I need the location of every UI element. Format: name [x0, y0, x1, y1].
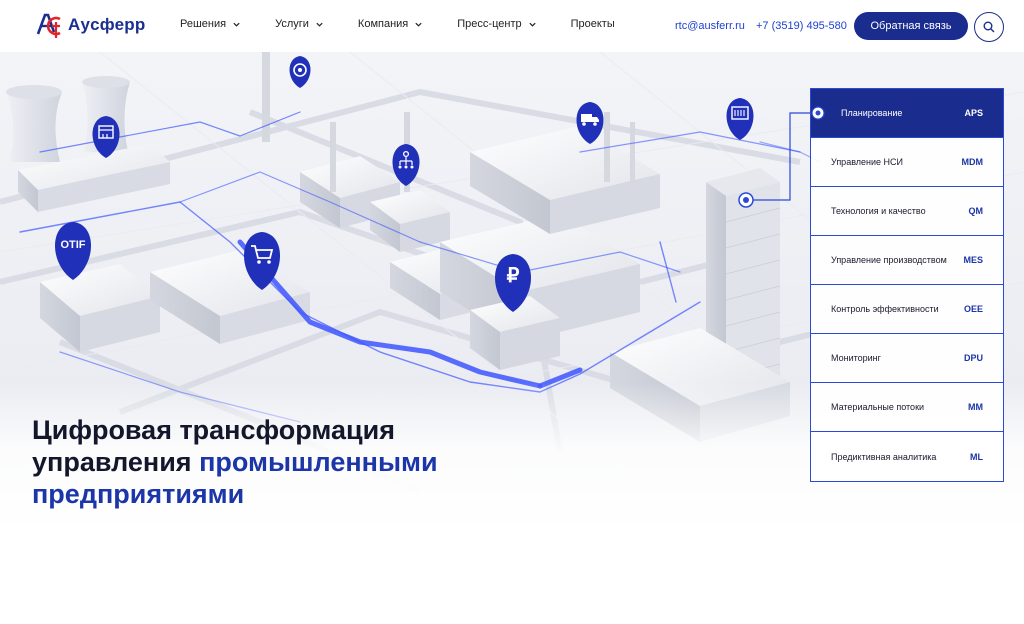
module-label: Технология и качество: [831, 206, 926, 216]
nav-item-projects[interactable]: Проекты: [571, 18, 615, 30]
module-label: Планирование: [841, 108, 903, 118]
search-icon: [983, 21, 995, 33]
module-label: Материальные потоки: [831, 402, 925, 412]
gear-icon[interactable]: [286, 52, 314, 88]
truck-icon[interactable]: [576, 102, 604, 144]
nav-label: Проекты: [570, 18, 615, 30]
otif-pin[interactable]: OTIF: [55, 222, 91, 280]
svg-text:₽: ₽: [507, 265, 520, 287]
module-label: Контроль эффективности: [831, 304, 939, 314]
module-dpu[interactable]: Мониторинг DPU: [811, 334, 1003, 383]
module-code: MM: [968, 402, 983, 412]
chevron-down-icon: [316, 22, 323, 27]
brand-name: Ауcферр: [68, 15, 146, 34]
nav-label: Компания: [357, 18, 409, 30]
module-code: MES: [963, 255, 983, 265]
server-icon[interactable]: [726, 98, 754, 140]
logo-mark-icon: [36, 13, 61, 38]
site-header: Ауcферр Решения Услуги Компания Пресс-це…: [0, 0, 1024, 52]
nav-label: Решения: [180, 18, 227, 30]
workflow-icon[interactable]: [392, 144, 420, 186]
headline-line2-accent: промышленными: [199, 447, 438, 477]
chevron-down-icon: [528, 22, 536, 27]
headline-line2-plain: управления: [32, 447, 200, 477]
module-code: DPU: [963, 353, 983, 363]
chevron-down-icon: [233, 22, 240, 27]
nav-item-press[interactable]: Пресс-центр: [457, 18, 536, 30]
nav-item-company[interactable]: Компания: [358, 18, 423, 30]
chevron-down-icon: [415, 22, 422, 27]
module-qm[interactable]: Технология и качество QM: [811, 187, 1003, 236]
contact-phone-link[interactable]: +7 (3519) 495-580: [756, 20, 847, 32]
module-oee[interactable]: Контроль эффективности OEE: [811, 285, 1003, 334]
module-mm[interactable]: Материальные потоки MM: [811, 383, 1003, 432]
module-code: APS: [964, 108, 983, 118]
cart-icon[interactable]: [244, 232, 280, 290]
module-label: Предиктивная аналитика: [831, 451, 937, 462]
search-button[interactable]: [974, 12, 1004, 42]
module-code: QM: [968, 206, 984, 216]
logo[interactable]: Ауcферр: [34, 10, 145, 40]
module-code: ML: [970, 451, 983, 462]
hero-headline: Цифровая трансформация управления промыш…: [32, 414, 492, 510]
headline-line1: Цифровая трансформация: [32, 415, 395, 445]
nav-item-services[interactable]: Услуги: [275, 18, 324, 30]
ruble-icon[interactable]: ₽: [495, 254, 531, 312]
modules-panel: Планирование APS Управление НСИ MDM Техн…: [810, 88, 1004, 482]
main-nav: Решения Услуги Компания Пресс-центр Прое…: [180, 18, 649, 30]
nav-item-solutions[interactable]: Решения: [180, 18, 241, 30]
calendar-icon[interactable]: [92, 116, 120, 158]
nav-label: Пресс-центр: [457, 18, 522, 30]
module-code: OEE: [963, 304, 983, 314]
module-label: Управление производством: [831, 255, 947, 265]
headline-line3-accent: предприятиями: [32, 479, 245, 509]
otif-label: OTIF: [60, 239, 85, 251]
contact-email-link[interactable]: rtc@ausferr.ru: [675, 20, 745, 32]
module-aps[interactable]: Планирование APS: [811, 89, 1003, 138]
module-ml[interactable]: Предиктивная аналитика ML: [811, 432, 1003, 481]
module-mes[interactable]: Управление производством MES: [811, 236, 1003, 285]
module-label: Управление НСИ: [831, 157, 903, 167]
module-label: Мониторинг: [831, 353, 881, 363]
nav-label: Услуги: [275, 18, 309, 30]
feedback-button[interactable]: Обратная связь: [854, 12, 968, 40]
module-mdm[interactable]: Управление НСИ MDM: [811, 138, 1003, 187]
module-code: MDM: [961, 157, 984, 167]
